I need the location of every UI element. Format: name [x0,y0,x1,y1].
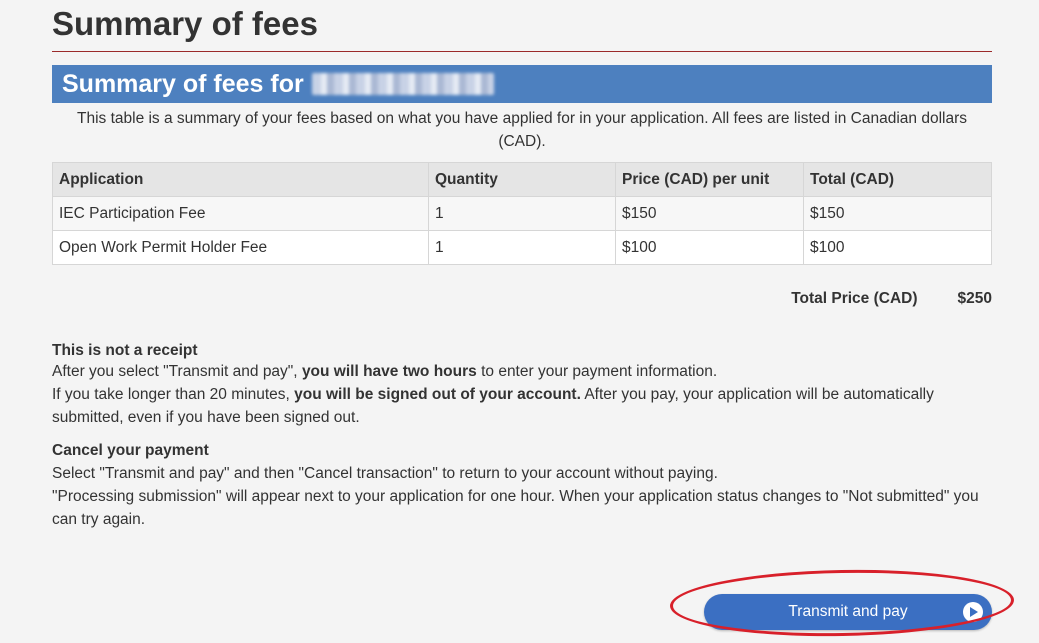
paragraph-emphasis: you will be signed out of your account. [294,386,581,403]
fee-name: Open Work Permit Holder Fee [52,230,429,265]
paragraph-text: to enter your payment information. [476,363,718,380]
fee-total: $150 [803,196,992,231]
table-row: Open Work Permit Holder Fee 1 $100 $100 [52,230,992,265]
table-header-row: Application Quantity Price (CAD) per uni… [52,162,992,197]
title-divider [52,51,992,52]
fees-banner: Summary of fees for [52,65,992,103]
transmit-and-pay-label: Transmit and pay [788,603,908,620]
total-price-label: Total Price (CAD) [791,290,918,307]
redacted-applicant-name [311,73,494,95]
fees-banner-title: Summary of fees for [62,70,304,98]
cancel-payment-heading: Cancel your payment [52,442,209,459]
play-circle-icon [963,602,983,622]
main-content: Summary of fees Summary of fees for This… [52,0,992,531]
processing-note: "Processing submission" will appear next… [52,488,979,528]
sign-out-paragraph: If you take longer than 20 minutes, you … [52,383,992,429]
fee-unit-price: $150 [615,196,804,231]
fee-unit-price: $100 [615,230,804,265]
column-header-price: Price (CAD) per unit [615,162,804,197]
not-receipt-heading: This is not a receipt [52,342,198,359]
total-price-value: $250 [957,290,992,307]
fee-quantity: 1 [428,230,616,265]
paragraph-emphasis: you will have two hours [301,363,477,380]
table-row: IEC Participation Fee 1 $150 $150 [52,196,992,231]
fee-total: $100 [803,230,992,265]
column-header-quantity: Quantity [428,162,616,197]
paragraph-text: After you select "Transmit and pay", [52,363,302,380]
transmit-and-pay-button[interactable]: Transmit and pay [704,594,992,630]
page-title: Summary of fees [52,5,318,42]
fee-quantity: 1 [428,196,616,231]
column-header-total: Total (CAD) [803,162,992,197]
cancel-instructions: Select "Transmit and pay" and then "Canc… [52,465,718,482]
paragraph-text: If you take longer than 20 minutes, [52,386,295,403]
column-header-application: Application [52,162,429,197]
fees-table: Application Quantity Price (CAD) per uni… [52,162,992,265]
total-price-row: Total Price (CAD) $250 [52,290,992,310]
payment-time-paragraph: After you select "Transmit and pay", you… [52,360,992,383]
intro-text: This table is a summary of your fees bas… [76,110,968,150]
fee-name: IEC Participation Fee [52,196,429,231]
